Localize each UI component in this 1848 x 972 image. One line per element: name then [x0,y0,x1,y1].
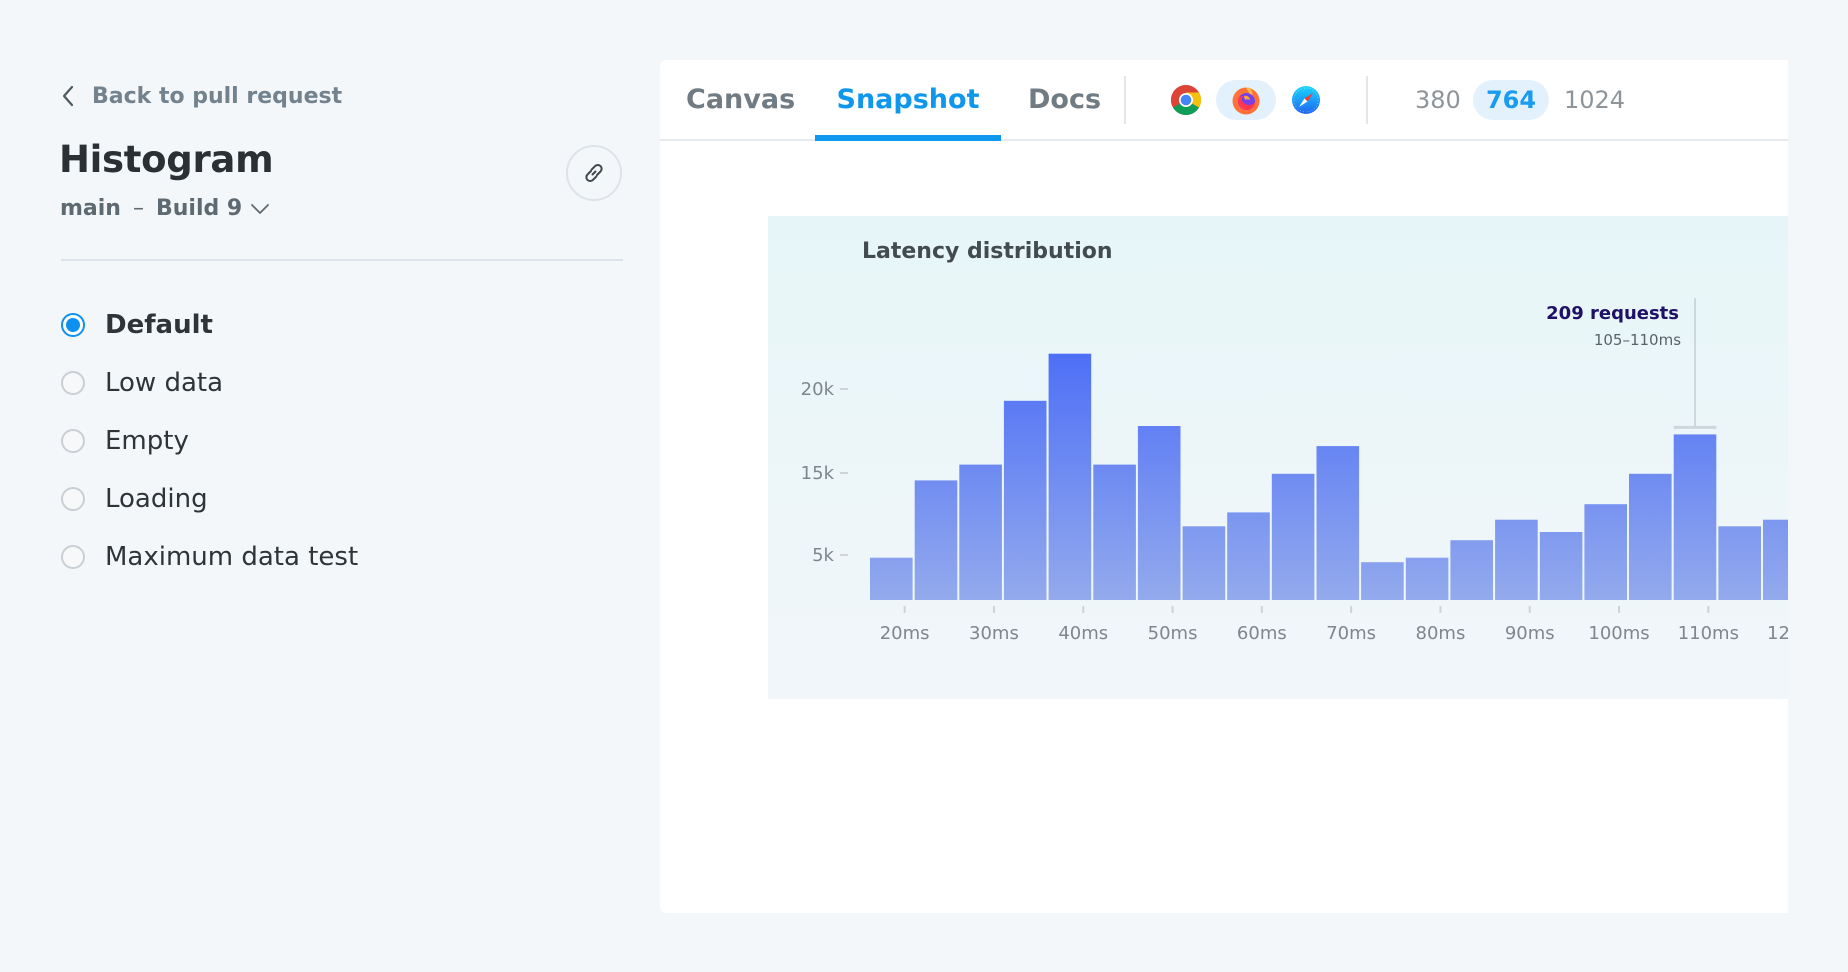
x-tick-label: 60ms [1237,623,1287,644]
story-label: Loading [105,484,208,514]
histogram-bar[interactable] [1495,519,1538,600]
chevron-down-icon [251,203,270,214]
link-icon [585,164,603,182]
histogram-bar[interactable] [959,464,1002,600]
tab-docs[interactable]: Docs [1028,60,1128,139]
back-link-label: Back to pull request [92,83,343,109]
histogram-bar-highlighted[interactable] [1673,434,1717,600]
chart-canvas: Latency distribution 5k 15k 20k 20ms 30ms 40… [768,216,1788,699]
x-tick-label: 120ms [1767,623,1788,644]
viewport-width-380[interactable]: 380 [1399,80,1477,120]
histogram-bar[interactable] [914,480,958,600]
browser-chrome-button[interactable] [1156,80,1216,120]
radio-button[interactable] [61,429,85,453]
y-tick-label: 20k [801,379,835,400]
histogram-bar[interactable] [1316,446,1360,600]
preview-panel: Canvas Snapshot Docs 380 764 1024 Latenc… [660,60,1788,913]
story-item[interactable]: Loading [61,470,358,528]
build-info: main – Build 9 [60,196,270,221]
x-tick-label: 40ms [1058,623,1108,644]
chevron-left-icon [62,85,74,107]
x-tick-label: 110ms [1678,623,1739,644]
histogram-bar[interactable] [1227,512,1270,600]
tooltip-subtitle: 105–110ms [1594,331,1681,349]
story-item[interactable]: Default [61,296,358,354]
radio-button[interactable] [61,545,85,569]
histogram-bar[interactable] [870,557,913,600]
browser-safari-button[interactable] [1276,80,1336,120]
histogram-bar[interactable] [1048,353,1092,600]
story-label: Low data [105,368,224,398]
radio-button[interactable] [61,313,85,337]
y-tick-label: 15k [801,463,835,484]
toolbar-divider-2 [1366,76,1368,124]
tab-docs-label: Docs [1028,84,1102,115]
safari-icon [1292,86,1320,114]
histogram-bar[interactable] [1584,504,1627,600]
sidebar-divider [61,259,623,261]
radio-button[interactable] [61,487,85,511]
histogram-bar[interactable] [1629,473,1672,600]
story-label: Default [105,310,213,340]
histogram-chart: Latency distribution 5k 15k 20k 20ms 30ms 40… [801,239,1788,644]
tab-canvas[interactable]: Canvas [686,60,814,139]
radio-button[interactable] [61,371,85,395]
story-item[interactable]: Maximum data test [61,528,358,586]
histogram-bar[interactable] [1093,464,1136,600]
component-title: Histogram [59,138,274,181]
histogram-bar[interactable] [1361,562,1404,600]
histogram-bar[interactable] [1763,519,1788,600]
chrome-icon [1170,85,1202,116]
story-item[interactable]: Empty [61,412,358,470]
width-label: 1024 [1564,86,1626,114]
copy-link-button[interactable] [566,145,622,201]
toolbar-divider [1124,76,1126,124]
back-to-pull-request-link[interactable]: Back to pull request [60,80,342,112]
histogram-bar[interactable] [1718,526,1761,600]
histogram-bar[interactable] [1450,540,1493,600]
viewport-width-764[interactable]: 764 [1473,80,1549,120]
x-tick-label: 70ms [1326,623,1376,644]
histogram-bar[interactable] [1405,557,1449,600]
x-tick-label: 50ms [1148,623,1198,644]
story-item[interactable]: Low data [61,354,358,412]
tab-snapshot[interactable]: Snapshot [815,60,1001,141]
build-label: Build 9 [155,196,243,221]
story-label: Maximum data test [105,542,359,572]
story-list: Default Low data Empty Loading Maximum data … [61,296,358,586]
firefox-icon [1232,87,1260,115]
tab-canvas-label: Canvas [686,84,796,115]
browser-firefox-button[interactable] [1216,80,1276,120]
histogram-bar[interactable] [1539,532,1583,600]
histogram-bar[interactable] [1182,526,1226,600]
width-label: 380 [1415,86,1461,114]
chart-tooltip: 209 requests 105–110ms [1546,298,1717,429]
toolbar: Canvas Snapshot Docs 380 764 1024 [660,60,1788,141]
histogram-bar[interactable] [1271,473,1315,600]
viewport-width-1024[interactable]: 1024 [1548,80,1641,120]
x-tick-label: 30ms [969,623,1019,644]
tab-snapshot-label: Snapshot [836,84,980,115]
x-tick-label: 90ms [1505,623,1555,644]
x-tick-label: 20ms [880,623,930,644]
histogram-bar[interactable] [1137,426,1181,600]
separator: – [132,196,144,221]
tooltip-title: 209 requests [1546,303,1679,324]
width-label: 764 [1485,86,1537,114]
histogram-bar[interactable] [1003,400,1047,600]
build-selector[interactable]: Build 9 [156,196,270,221]
branch-name: main [60,196,121,221]
x-tick-label: 80ms [1416,623,1466,644]
story-label: Empty [105,426,189,456]
chart-title: Latency distribution [862,239,1113,264]
y-tick-label: 5k [812,545,834,566]
x-tick-label: 100ms [1588,623,1649,644]
